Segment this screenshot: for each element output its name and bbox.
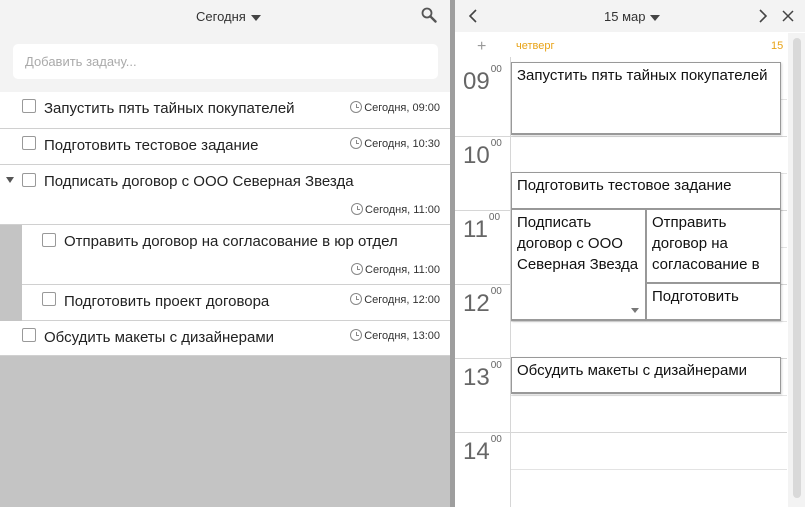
task-due: Сегодня, 12:00 — [350, 293, 440, 306]
minute-value: 00 — [490, 138, 502, 149]
task-due-text: Сегодня, 09:00 — [364, 102, 440, 114]
expand-arrow-icon[interactable] — [631, 308, 639, 313]
task-due: Сегодня, 13:00 — [350, 329, 440, 342]
event-title: Подготовить — [652, 288, 739, 305]
task-checkbox[interactable] — [22, 136, 36, 150]
hour-value: 10 — [463, 142, 490, 169]
task-due-text: Сегодня, 11:00 — [365, 264, 440, 276]
event-title: Обсудить макеты с дизайнерами — [517, 362, 748, 379]
subtask-row[interactable]: Отправить договор на согласование в юр о… — [22, 225, 450, 285]
date-filter-dropdown[interactable]: Сегодня — [196, 9, 261, 24]
task-row[interactable]: Запустить пять тайных покупателей Сегодн… — [0, 92, 450, 129]
minute-value: 00 — [490, 286, 502, 297]
event-title: Запустить пять тайных покупателей — [517, 67, 768, 84]
hour-value: 12 — [463, 290, 490, 317]
hour-value: 14 — [463, 438, 490, 465]
clock-icon — [350, 101, 363, 113]
add-task-input[interactable] — [13, 44, 438, 79]
task-title: Подготовить тестовое задание — [44, 137, 259, 154]
task-list-header: Сегодня — [0, 0, 450, 92]
task-checkbox[interactable] — [42, 292, 56, 306]
task-title: Запустить пять тайных покупателей — [44, 100, 295, 117]
hour-value: 13 — [463, 364, 490, 391]
task-row[interactable]: Обсудить макеты с дизайнерами Сегодня, 1… — [0, 321, 450, 356]
event-title: Подписать договор с ООО Северная Звезда — [517, 214, 639, 273]
task-due-text: Сегодня, 10:30 — [364, 138, 440, 150]
event-title: Подготовить тестовое задание — [517, 177, 732, 194]
next-day-icon[interactable] — [755, 8, 769, 24]
hour-label: 1300 — [463, 360, 502, 392]
task-checkbox[interactable] — [22, 99, 36, 113]
hour-label: 0900 — [463, 64, 502, 96]
close-icon[interactable] — [781, 8, 795, 24]
hour-label: 1400 — [463, 434, 502, 466]
calendar-header: 15 мар — [455, 0, 805, 32]
scrollbar-thumb[interactable] — [793, 38, 801, 498]
task-checkbox[interactable] — [42, 233, 56, 247]
calendar-panel: 15 мар + четверг 15 0900 1000 1100 1200 … — [455, 0, 805, 507]
task-due: Сегодня, 11:00 — [351, 263, 440, 276]
hour-line — [455, 432, 787, 433]
task-title: Отправить договор на согласование в юр о… — [64, 233, 398, 250]
task-due: Сегодня, 09:00 — [350, 101, 440, 114]
clock-icon — [350, 293, 363, 305]
task-due: Сегодня, 10:30 — [350, 137, 440, 150]
half-hour-line — [511, 395, 787, 396]
task-checkbox[interactable] — [22, 328, 36, 342]
task-row[interactable]: Подписать договор с ООО Северная Звезда … — [0, 165, 450, 225]
calendar-event[interactable]: Подготовить тестовое задание — [511, 172, 781, 210]
calendar-event[interactable]: Подготовить — [646, 283, 781, 321]
calendar-event[interactable]: Подписать договор с ООО Северная Звезда — [511, 209, 646, 321]
hour-line — [455, 136, 787, 137]
event-title: Отправить договор на согласование в — [652, 214, 760, 273]
search-icon[interactable] — [421, 7, 437, 23]
hour-value: 11 — [463, 216, 488, 243]
date-label: 15 мар — [604, 9, 646, 24]
task-due-text: Сегодня, 13:00 — [364, 330, 440, 342]
task-checkbox[interactable] — [22, 173, 36, 187]
hour-value: 09 — [463, 68, 490, 95]
chevron-down-icon — [650, 14, 661, 21]
chevron-down-icon — [250, 14, 261, 21]
half-hour-line — [511, 469, 787, 470]
clock-icon — [350, 137, 363, 149]
collapse-arrow-icon[interactable] — [6, 177, 14, 183]
add-event-button[interactable]: + — [477, 38, 486, 56]
clock-icon — [350, 329, 363, 341]
day-number: 15 — [771, 40, 784, 52]
prev-day-icon[interactable] — [467, 8, 481, 24]
clock-icon — [351, 203, 364, 215]
clock-icon — [351, 263, 364, 275]
task-due-text: Сегодня, 12:00 — [364, 294, 440, 306]
minute-value: 00 — [490, 434, 502, 445]
hour-label: 1000 — [463, 138, 502, 170]
task-row[interactable]: Подготовить тестовое задание Сегодня, 10… — [0, 129, 450, 165]
minute-value: 00 — [488, 212, 501, 223]
task-due: Сегодня, 11:00 — [351, 203, 440, 216]
date-selector[interactable]: 15 мар — [604, 9, 661, 24]
date-filter-label: Сегодня — [196, 9, 246, 24]
hour-label: 1200 — [463, 286, 502, 318]
hour-label: 1100 — [463, 212, 500, 244]
task-title: Обсудить макеты с дизайнерами — [44, 329, 275, 346]
subtask-row[interactable]: Подготовить проект договора Сегодня, 12:… — [22, 285, 450, 321]
task-title: Подписать договор с ООО Северная Звезда — [44, 173, 354, 190]
calendar-event[interactable]: Отправить договор на согласование в — [646, 209, 781, 284]
minute-value: 00 — [490, 64, 502, 75]
calendar-event[interactable]: Обсудить макеты с дизайнерами — [511, 357, 781, 394]
subtask-indent-bar — [0, 225, 22, 320]
task-list-panel: Сегодня Запустить пять тайных покупателе… — [0, 0, 450, 507]
task-due-text: Сегодня, 11:00 — [365, 204, 440, 216]
minute-value: 00 — [490, 360, 502, 371]
half-hour-line — [511, 321, 787, 322]
day-name: четверг — [516, 40, 555, 52]
task-title: Подготовить проект договора — [64, 293, 270, 310]
calendar-event[interactable]: Запустить пять тайных покупателей — [511, 62, 781, 135]
